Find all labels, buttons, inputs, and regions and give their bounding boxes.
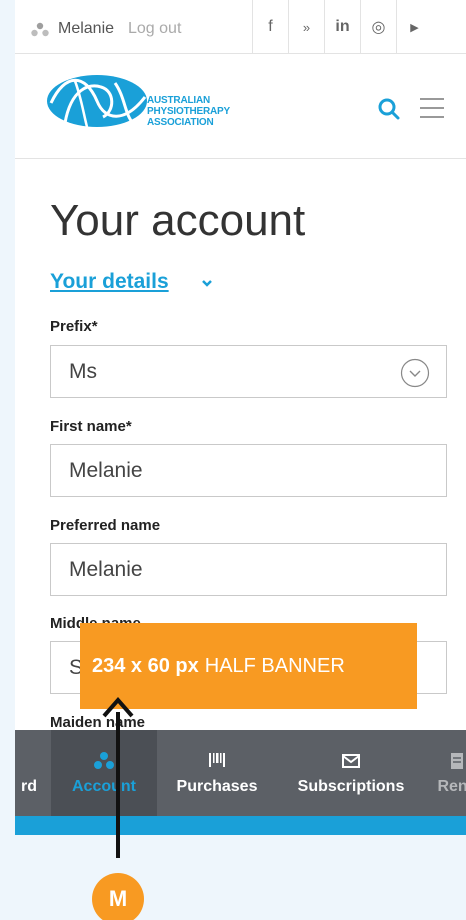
marker-badge: M xyxy=(92,873,144,920)
envelope-icon xyxy=(342,754,360,768)
site-header: AUSTRALIAN PHYSIOTHERAPY ASSOCIATION xyxy=(15,55,466,159)
nav-item-account[interactable]: Account xyxy=(51,730,157,816)
page-title: Your account xyxy=(50,196,306,245)
preferred-name-input[interactable]: Melanie xyxy=(50,543,447,596)
nav-label-renewals: Rene xyxy=(437,778,466,795)
your-details-toggle[interactable]: Your details xyxy=(50,270,169,294)
chevron-down-icon[interactable] xyxy=(201,278,213,288)
phone-screen: Melanie Log out f » in ◎ ▶ AUSTRALIAN PH… xyxy=(15,0,466,835)
nav-item-renewals[interactable]: Rene xyxy=(427,730,466,816)
bottom-accent-strip xyxy=(15,816,466,835)
youtube-icon[interactable]: ▶ xyxy=(396,0,432,54)
maiden-name-label: Maiden name xyxy=(50,714,146,731)
banner-size: 234 x 60 px xyxy=(92,654,199,677)
apa-logo[interactable] xyxy=(45,67,151,133)
half-banner-ad[interactable]: 234 x 60 px HALF BANNER xyxy=(80,623,417,709)
dropdown-chevron-icon[interactable] xyxy=(400,358,430,388)
user-name[interactable]: Melanie xyxy=(58,20,114,38)
user-icon xyxy=(94,752,114,769)
user-icon xyxy=(31,22,49,37)
logo-line-2: PHYSIOTHERAPY xyxy=(147,106,230,117)
nav-label-purchases: Purchases xyxy=(176,778,258,795)
prefix-value: Ms xyxy=(69,360,97,383)
logo-line-1: AUSTRALIAN xyxy=(147,95,210,106)
barcode-icon xyxy=(209,753,225,767)
hamburger-menu-icon[interactable] xyxy=(420,98,444,118)
first-name-input[interactable]: Melanie xyxy=(50,444,447,497)
preferred-name-value: Melanie xyxy=(69,558,143,581)
twitter-icon[interactable]: » xyxy=(288,0,324,54)
logout-link[interactable]: Log out xyxy=(128,20,181,38)
search-icon[interactable] xyxy=(377,97,401,121)
prefix-label: Prefix* xyxy=(50,318,98,335)
first-name-label: First name* xyxy=(50,418,132,435)
nav-item-dashboard[interactable]: rd xyxy=(15,730,49,816)
first-name-value: Melanie xyxy=(69,459,143,482)
nav-item-subscriptions[interactable]: Subscriptions xyxy=(295,730,407,816)
prefix-select[interactable]: Ms xyxy=(50,345,447,398)
top-bar: Melanie Log out f » in ◎ ▶ xyxy=(15,0,466,54)
linkedin-icon[interactable]: in xyxy=(324,0,360,54)
nav-item-purchases[interactable]: Purchases xyxy=(165,730,269,816)
nav-label-dashboard: rd xyxy=(21,778,37,795)
preferred-name-label: Preferred name xyxy=(50,517,161,534)
bottom-navigation: rd Account Purchases Subscriptions Ren xyxy=(15,730,466,816)
nav-label-account: Account xyxy=(72,778,136,795)
banner-kind: HALF BANNER xyxy=(204,654,345,677)
nav-label-subscriptions: Subscriptions xyxy=(297,778,405,795)
instagram-icon[interactable]: ◎ xyxy=(360,0,396,54)
logo-wordmark: AUSTRALIAN PHYSIOTHERAPY ASSOCIATION xyxy=(147,95,230,128)
facebook-icon[interactable]: f xyxy=(252,0,288,54)
logo-line-3: ASSOCIATION xyxy=(147,117,214,128)
document-icon xyxy=(451,753,463,769)
